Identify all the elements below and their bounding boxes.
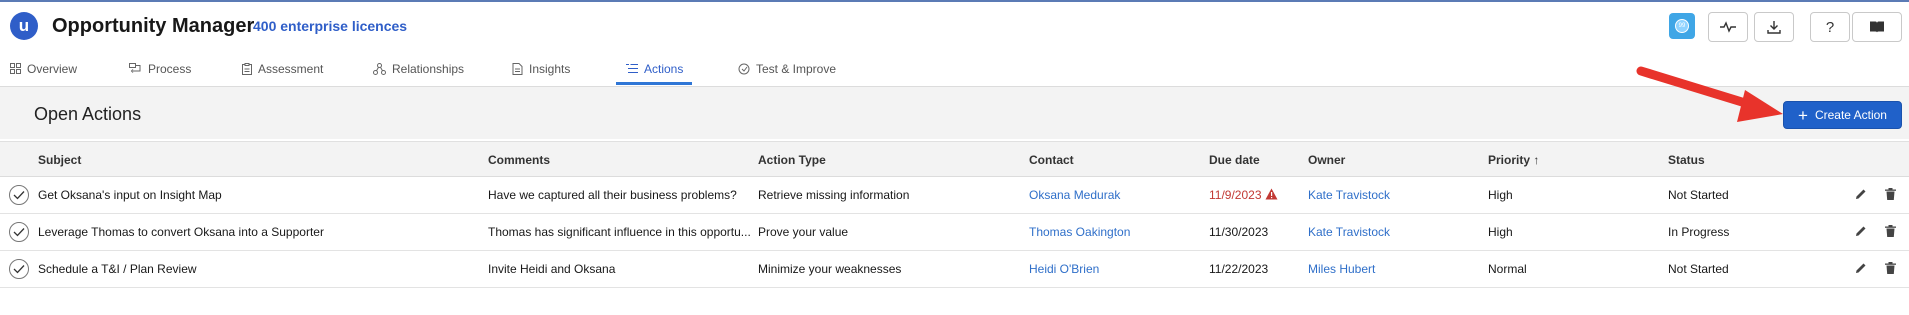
- due-date-cell: 11/22/2023: [1209, 262, 1269, 276]
- tab-insights[interactable]: Insights: [512, 52, 570, 85]
- section-header: [0, 87, 1909, 139]
- tab-process[interactable]: Process: [129, 52, 191, 85]
- priority-cell: Normal: [1488, 262, 1527, 276]
- einstein-icon: 99: [1675, 19, 1689, 33]
- tab-bar: Overview Process Assessment Relationship…: [0, 52, 1909, 87]
- owner-link[interactable]: Miles Hubert: [1308, 262, 1478, 276]
- owner-link[interactable]: Kate Travistock: [1308, 188, 1478, 202]
- tab-test-improve[interactable]: Test & Improve: [738, 52, 836, 85]
- contact-link[interactable]: Heidi O'Brien: [1029, 262, 1199, 276]
- comments-cell: Thomas has significant influence in this…: [488, 225, 750, 239]
- einstein-button[interactable]: 99: [1669, 13, 1695, 39]
- status-cell: In Progress: [1668, 225, 1730, 239]
- sort-ascending-icon: ↑: [1533, 153, 1540, 167]
- app-logo[interactable]: u: [10, 12, 38, 40]
- contact-link[interactable]: Oksana Medurak: [1029, 188, 1199, 202]
- subject-cell: Leverage Thomas to convert Oksana into a…: [38, 225, 324, 239]
- edit-icon[interactable]: [1855, 262, 1867, 274]
- status-cell: Not Started: [1668, 188, 1729, 202]
- insights-icon: [512, 62, 523, 75]
- column-header-due-date[interactable]: Due date: [1209, 153, 1260, 167]
- app-title: Opportunity Manager: [52, 15, 255, 37]
- action-type-cell: Prove your value: [758, 225, 849, 239]
- create-action-button[interactable]: + Create Action: [1783, 101, 1902, 129]
- action-type-cell: Retrieve missing information: [758, 188, 910, 202]
- action-type-cell: Minimize your weaknesses: [758, 262, 902, 276]
- table-header: Subject Comments Action Type Contact Due…: [0, 141, 1909, 177]
- due-date-cell: 11/30/2023: [1209, 225, 1269, 239]
- edit-icon[interactable]: [1855, 225, 1867, 237]
- status-cell: Not Started: [1668, 262, 1729, 276]
- priority-cell: High: [1488, 188, 1513, 202]
- active-tab-indicator: [616, 82, 692, 85]
- table-row: Get Oksana's input on Insight Map Have w…: [0, 177, 1909, 214]
- tab-overview[interactable]: Overview: [10, 52, 77, 85]
- test-icon: [738, 63, 750, 74]
- check-icon: [13, 191, 25, 200]
- plus-icon: +: [1798, 105, 1808, 125]
- delete-icon[interactable]: [1885, 188, 1896, 200]
- help-button[interactable]: ?: [1810, 12, 1850, 42]
- actions-icon: [626, 64, 638, 73]
- delete-icon[interactable]: [1885, 225, 1896, 237]
- complete-checkbox[interactable]: [9, 222, 29, 242]
- delete-icon[interactable]: [1885, 262, 1896, 274]
- table-row: Leverage Thomas to convert Oksana into a…: [0, 214, 1909, 251]
- process-icon: [129, 63, 141, 73]
- column-header-comments[interactable]: Comments: [488, 153, 550, 167]
- tab-actions[interactable]: Actions: [626, 52, 683, 85]
- due-date-value: 11/9/2023: [1209, 188, 1262, 202]
- section-title: Open Actions: [34, 104, 142, 124]
- column-header-action-type[interactable]: Action Type: [758, 153, 826, 167]
- activity-icon: [1720, 21, 1736, 33]
- priority-header-label: Priority: [1488, 153, 1531, 167]
- column-header-subject[interactable]: Subject: [38, 153, 81, 167]
- complete-checkbox[interactable]: [9, 259, 29, 279]
- tab-relationships[interactable]: Relationships: [373, 52, 464, 85]
- tab-label: Assessment: [258, 61, 324, 76]
- due-date-cell: 11/9/2023: [1209, 188, 1299, 202]
- tab-label: Relationships: [392, 61, 465, 76]
- tab-label: Actions: [644, 61, 684, 76]
- priority-cell: High: [1488, 225, 1513, 239]
- column-header-owner[interactable]: Owner: [1308, 153, 1345, 167]
- table-row: Schedule a T&I / Plan Review Invite Heid…: [0, 251, 1909, 288]
- book-icon: [1870, 21, 1884, 33]
- tab-label: Test & Improve: [756, 61, 837, 76]
- owner-link[interactable]: Kate Travistock: [1308, 225, 1478, 239]
- tab-assessment[interactable]: Assessment: [242, 52, 323, 85]
- download-button[interactable]: [1754, 12, 1794, 42]
- download-icon: [1767, 21, 1781, 34]
- svg-text:?: ?: [1826, 19, 1834, 35]
- guide-button[interactable]: [1852, 12, 1902, 42]
- subject-cell: Get Oksana's input on Insight Map: [38, 188, 222, 202]
- check-icon: [13, 228, 25, 237]
- tab-label: Insights: [529, 61, 571, 76]
- help-icon: ?: [1826, 19, 1834, 35]
- contact-link[interactable]: Thomas Oakington: [1029, 225, 1199, 239]
- comments-cell: Have we captured all their business prob…: [488, 188, 737, 202]
- create-action-label: Create Action: [1814, 108, 1887, 122]
- subject-cell: Schedule a T&I / Plan Review: [38, 262, 197, 276]
- column-header-status[interactable]: Status: [1668, 153, 1705, 167]
- tab-label: Process: [148, 61, 192, 76]
- app-header: u Opportunity Manager 400 enterprise lic…: [0, 2, 1909, 50]
- check-icon: [13, 265, 25, 274]
- warning-icon: [1265, 188, 1278, 200]
- relationships-icon: [373, 62, 386, 75]
- grid-icon: [10, 63, 21, 74]
- column-header-contact[interactable]: Contact: [1029, 153, 1074, 167]
- clipboard-icon: [242, 62, 252, 75]
- licence-link[interactable]: 400 enterprise licences: [253, 18, 407, 34]
- column-header-priority[interactable]: Priority ↑: [1488, 153, 1539, 167]
- activity-button[interactable]: [1708, 12, 1748, 42]
- complete-checkbox[interactable]: [9, 185, 29, 205]
- tab-label: Overview: [27, 61, 78, 76]
- edit-icon[interactable]: [1855, 188, 1867, 200]
- comments-cell: Invite Heidi and Oksana: [488, 262, 616, 276]
